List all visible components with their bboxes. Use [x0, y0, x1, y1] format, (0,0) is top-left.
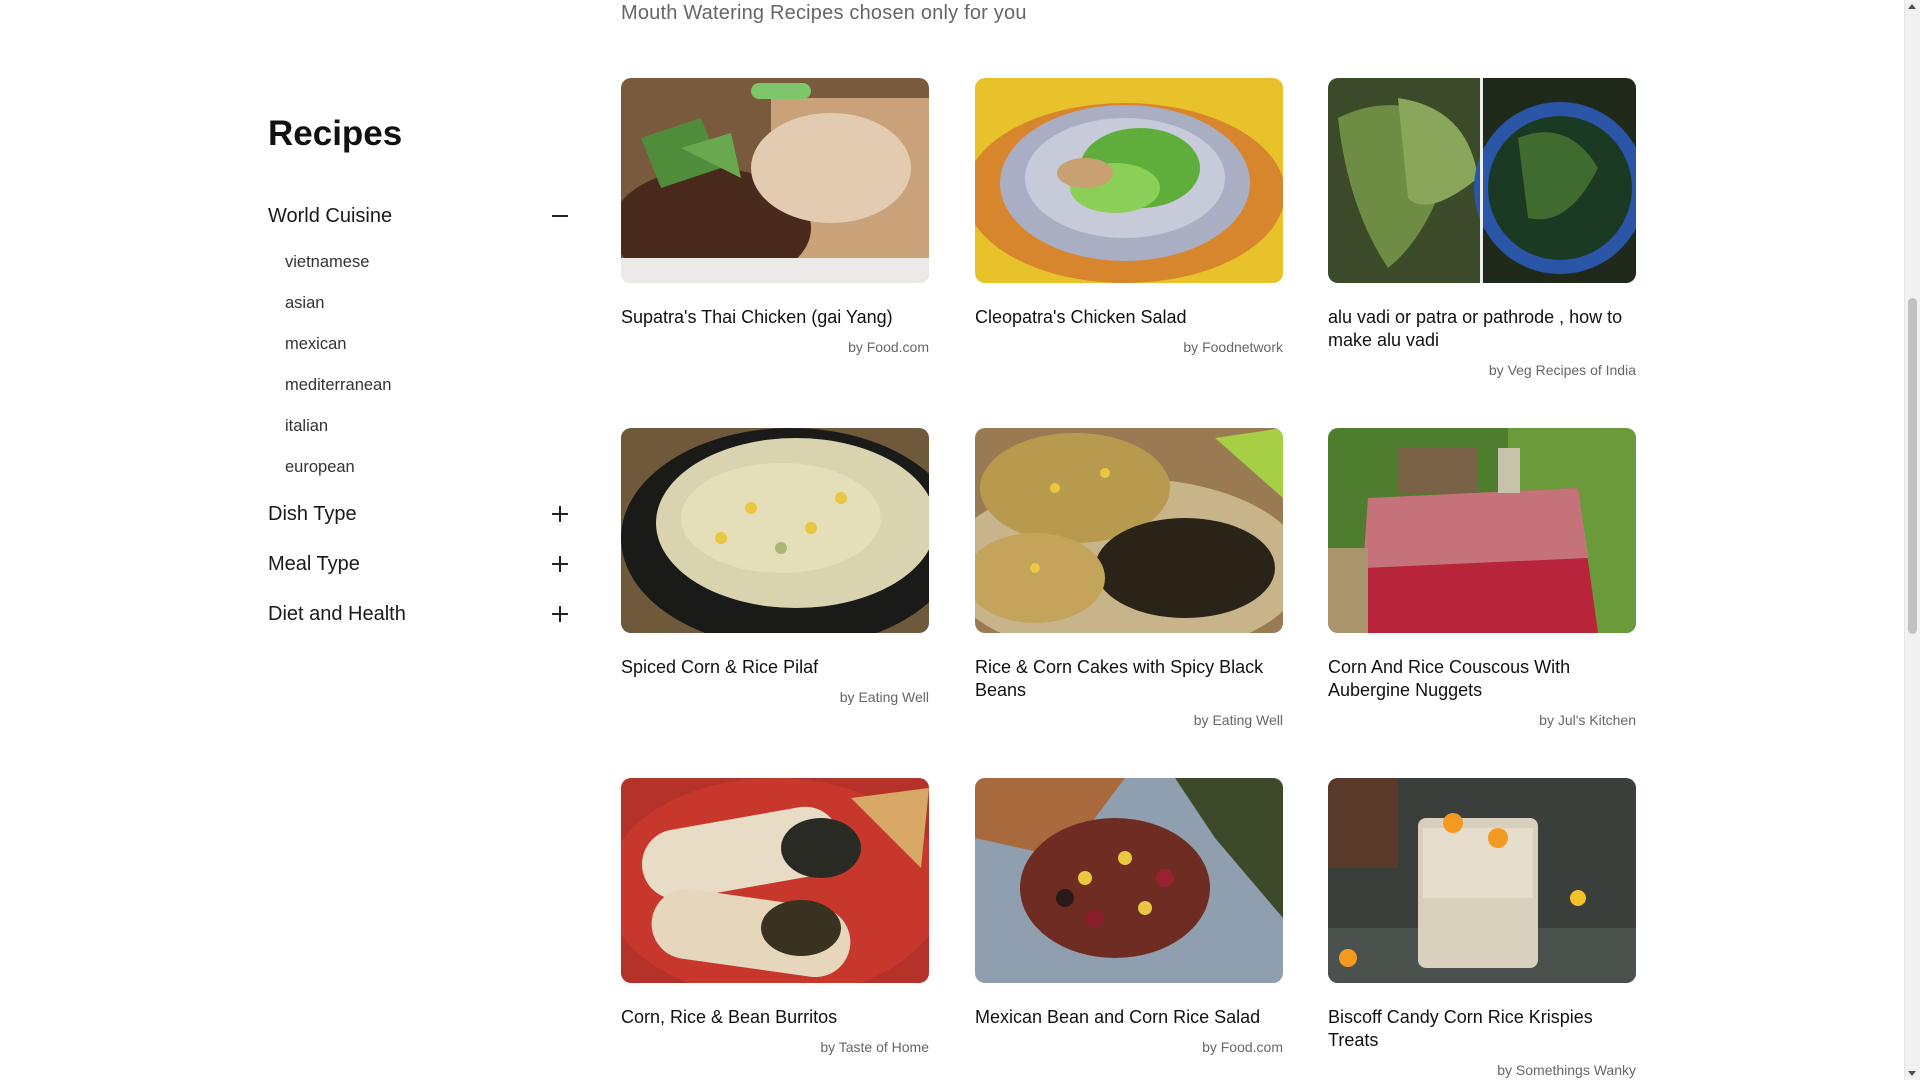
recipe-image[interactable] [1328, 78, 1636, 283]
recipe-source: by Eating Well [839, 689, 929, 705]
recipe-image[interactable] [1328, 428, 1636, 633]
recipe-card[interactable]: Supatra's Thai Chicken (gai Yang) by Foo… [621, 78, 929, 355]
world-cuisine-list: vietnamese asian mexican mediterranean i… [268, 242, 570, 488]
filter-section-world-cuisine[interactable]: World Cuisine [268, 200, 570, 232]
recipe-title[interactable]: Spiced Corn & Rice Pilaf [621, 656, 929, 679]
recipe-image[interactable] [975, 428, 1283, 633]
recipe-card[interactable]: Rice & Corn Cakes with Spicy Black Beans… [975, 428, 1283, 728]
recipe-source: by Eating Well [1193, 712, 1283, 728]
recipe-card[interactable]: Corn And Rice Couscous With Aubergine Nu… [1328, 428, 1636, 728]
expand-plus-icon[interactable] [550, 554, 570, 574]
section-label: Dish Type [268, 502, 357, 525]
recipe-card[interactable]: Cleopatra's Chicken Salad by Foodnetwork [975, 78, 1283, 355]
filter-section-meal-type[interactable]: Meal Type [268, 548, 570, 580]
cuisine-item-italian[interactable]: italian [268, 406, 570, 447]
cuisine-item-mexican[interactable]: mexican [268, 324, 570, 365]
scroll-thumb[interactable] [1908, 298, 1917, 634]
recipe-source: by Foodnetwork [1183, 339, 1283, 355]
filter-section-dish-type[interactable]: Dish Type [268, 498, 570, 530]
recipe-source: by Food.com [848, 339, 929, 355]
section-label: World Cuisine [268, 204, 393, 227]
expand-plus-icon[interactable] [550, 504, 570, 524]
recipe-source: by Taste of Home [820, 1039, 929, 1055]
cuisine-item-european[interactable]: european [268, 447, 570, 488]
recipe-title[interactable]: Supatra's Thai Chicken (gai Yang) [621, 306, 929, 329]
recipe-title[interactable]: Rice & Corn Cakes with Spicy Black Beans [975, 656, 1283, 702]
recipe-card[interactable]: Corn, Rice & Bean Burritos by Taste of H… [621, 778, 929, 1055]
recipe-image[interactable] [975, 778, 1283, 983]
recipe-image[interactable] [621, 78, 929, 283]
recipe-card[interactable]: Biscoff Candy Corn Rice Krispies Treats … [1328, 778, 1636, 1078]
recipe-image[interactable] [621, 778, 929, 983]
collapse-minus-icon[interactable] [550, 206, 570, 226]
recipe-source: by Jul's Kitchen [1539, 712, 1636, 728]
recipe-source: by Veg Recipes of India [1488, 362, 1636, 378]
expand-plus-icon[interactable] [550, 604, 570, 624]
recipe-source: by Somethings Wanky [1497, 1062, 1636, 1078]
filter-section-diet-and-health[interactable]: Diet and Health [268, 598, 570, 630]
recipes-sidebar: Recipes World Cuisine vietnamese asian m… [268, 110, 570, 630]
recipes-page: Mouth Watering Recipes chosen only for y… [0, 0, 1920, 1080]
recipe-title[interactable]: Mexican Bean and Corn Rice Salad [975, 1006, 1283, 1029]
vertical-scrollbar[interactable] [1904, 0, 1920, 1080]
scroll-up-icon[interactable] [1908, 4, 1916, 9]
recipe-card[interactable]: Mexican Bean and Corn Rice Salad by Food… [975, 778, 1283, 1055]
recipe-title[interactable]: Cleopatra's Chicken Salad [975, 306, 1283, 329]
recipe-card[interactable]: alu vadi or patra or pathrode , how to m… [1328, 78, 1636, 378]
recipe-card[interactable]: Spiced Corn & Rice Pilaf by Eating Well [621, 428, 929, 705]
recipe-image[interactable] [1328, 778, 1636, 983]
cuisine-item-vietnamese[interactable]: vietnamese [268, 242, 570, 283]
cuisine-item-mediterranean[interactable]: mediterranean [268, 365, 570, 406]
recipe-image[interactable] [621, 428, 929, 633]
recipe-source: by Food.com [1202, 1039, 1283, 1055]
recipe-title[interactable]: alu vadi or patra or pathrode , how to m… [1328, 306, 1636, 352]
recipe-title[interactable]: Corn, Rice & Bean Burritos [621, 1006, 929, 1029]
recipe-image[interactable] [975, 78, 1283, 283]
page-subtitle: Mouth Watering Recipes chosen only for y… [621, 2, 1027, 24]
recipe-title[interactable]: Corn And Rice Couscous With Aubergine Nu… [1328, 656, 1636, 702]
sidebar-title: Recipes [268, 114, 403, 153]
section-label: Meal Type [268, 552, 360, 575]
section-label: Diet and Health [268, 602, 406, 625]
scroll-down-icon[interactable] [1908, 1071, 1916, 1076]
recipe-title[interactable]: Biscoff Candy Corn Rice Krispies Treats [1328, 1006, 1636, 1052]
cuisine-item-asian[interactable]: asian [268, 283, 570, 324]
